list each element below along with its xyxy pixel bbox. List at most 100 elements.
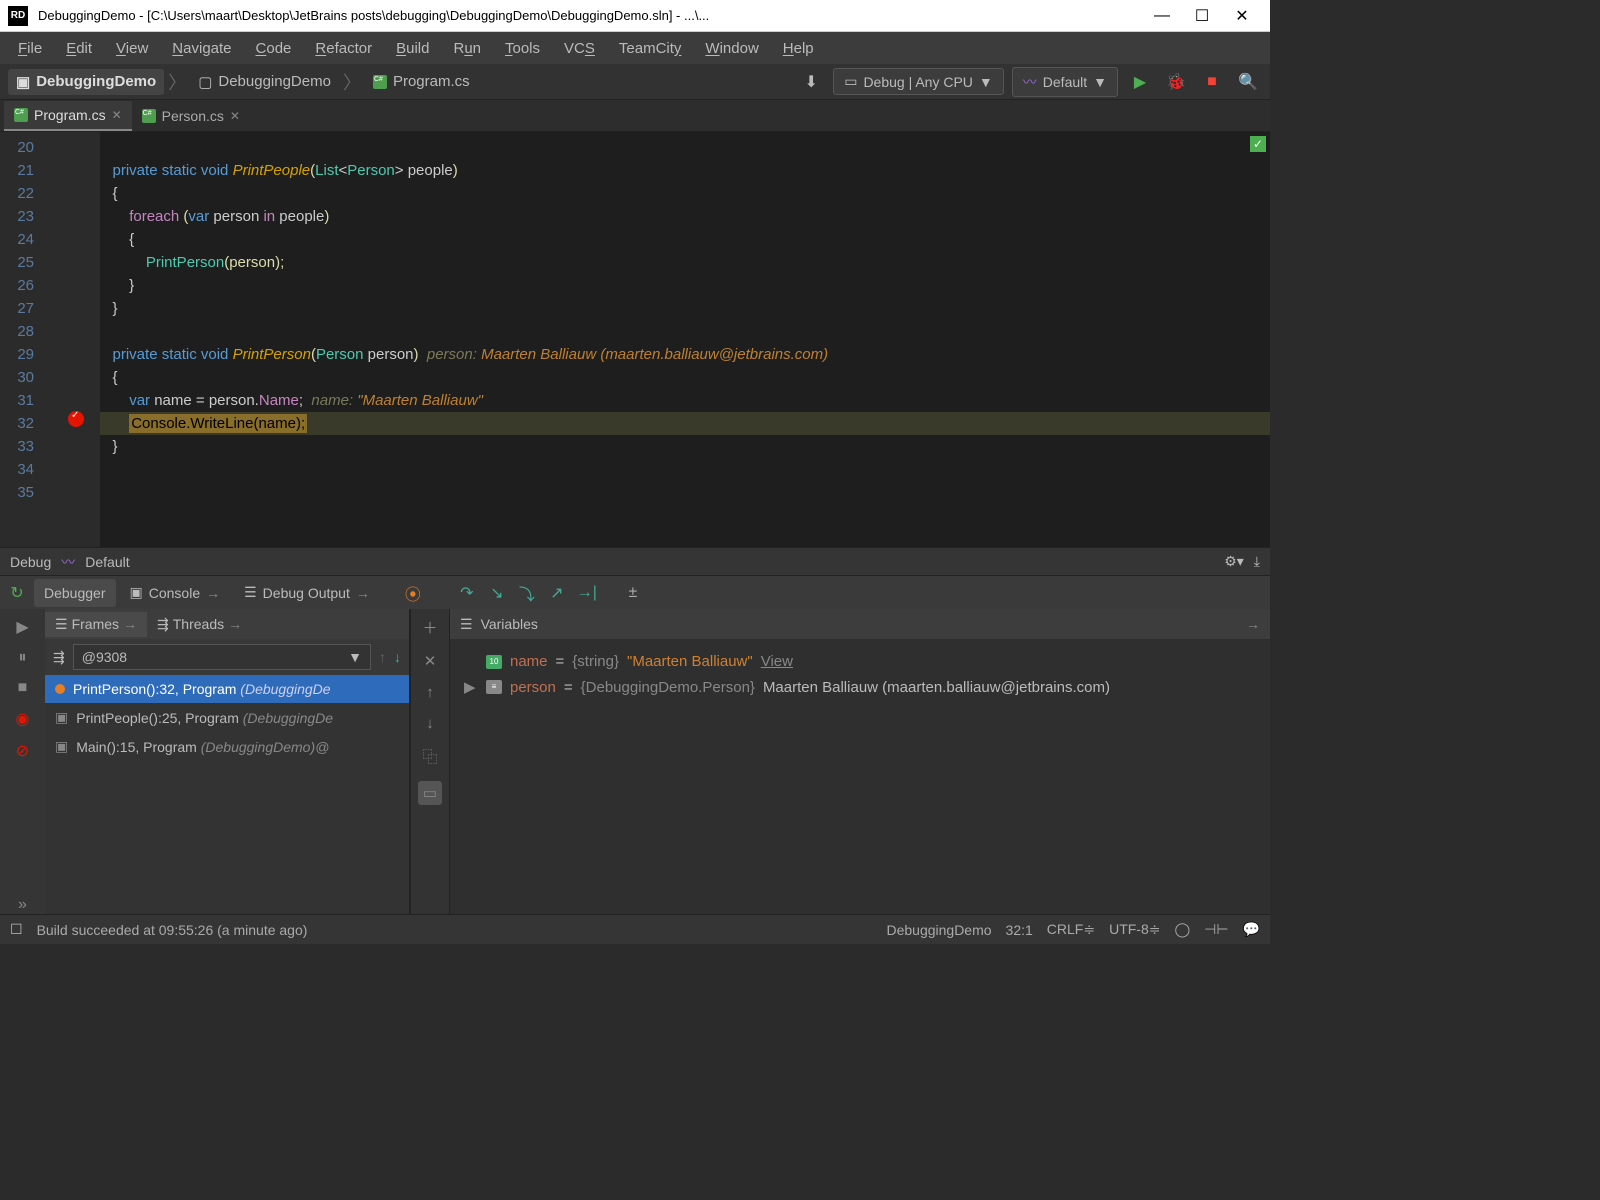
move-up-button[interactable]: ↑: [426, 684, 434, 701]
variables-tree[interactable]: 10 name = {string} "Maarten Balliauw" Vi…: [450, 639, 1270, 914]
caret-position[interactable]: 32:1: [1006, 922, 1033, 938]
variables-title: Variables: [481, 616, 538, 632]
minimize-panel-icon[interactable]: ⤓: [1254, 553, 1260, 570]
breadcrumb-file[interactable]: Program.cs: [365, 69, 478, 94]
code-area[interactable]: ✓ private static void PrintPeople(List<P…: [100, 132, 1270, 547]
stack-frame[interactable]: ▣ Main():15, Program (DebuggingDemo)@: [45, 732, 409, 761]
evaluate-expression-button[interactable]: ±: [620, 584, 646, 602]
variable-row[interactable]: ▶ ≡ person = {DebuggingDemo.Person} Maar…: [464, 674, 1256, 700]
line-ending-selector[interactable]: CRLF≑: [1047, 921, 1095, 938]
git-indicator-icon[interactable]: ⊣⊢: [1204, 921, 1228, 938]
status-bar: ☐ Build succeeded at 09:55:26 (a minute …: [0, 914, 1270, 944]
show-watches-button[interactable]: ▭: [418, 781, 442, 805]
tab-debug-output[interactable]: ☰Debug Output→: [234, 578, 380, 607]
frames-panel-tabs: ☰Frames→ ⇶Threads→: [45, 609, 409, 639]
tab-program-cs[interactable]: Program.cs ✕: [4, 101, 132, 131]
stop-button[interactable]: ■: [1198, 73, 1226, 91]
tab-console[interactable]: ▣Console→: [120, 578, 231, 607]
more-button[interactable]: »: [18, 896, 27, 914]
prev-frame-button[interactable]: ↑: [379, 649, 386, 665]
move-down-button[interactable]: ↓: [426, 715, 434, 732]
frame-label: Main():15, Program: [76, 739, 200, 755]
breadcrumb-root-label: DebuggingDemo: [36, 73, 156, 90]
search-button[interactable]: 🔍: [1234, 72, 1262, 92]
rerun-button[interactable]: ↻: [4, 583, 30, 603]
pause-button[interactable]: ⏸: [18, 649, 26, 667]
close-tab-icon[interactable]: ✕: [112, 108, 122, 122]
menu-help[interactable]: Help: [773, 36, 824, 61]
notifications-icon[interactable]: 💬: [1243, 921, 1260, 938]
remove-watch-button[interactable]: ✕: [424, 652, 437, 670]
step-over-button[interactable]: ↷: [454, 583, 480, 603]
tab-label: Console: [149, 585, 200, 601]
build-config-dropdown[interactable]: ▭ Debug | Any CPU ▼: [833, 68, 1004, 95]
expand-icon[interactable]: ▶: [464, 678, 478, 696]
close-button[interactable]: ✕: [1222, 6, 1262, 26]
menu-file[interactable]: File: [8, 36, 52, 61]
menu-refactor[interactable]: Refactor: [305, 36, 382, 61]
menu-edit[interactable]: Edit: [56, 36, 102, 61]
debug-button[interactable]: 🐞: [1162, 72, 1190, 92]
settings-icon[interactable]: ⚙▾: [1224, 553, 1244, 570]
menu-code[interactable]: Code: [246, 36, 302, 61]
csharp-file-icon: [14, 108, 28, 122]
dock-icon[interactable]: →: [1246, 616, 1260, 632]
project-icon: ▢: [198, 73, 212, 91]
run-config-dropdown[interactable]: 〰 Default ▼: [1012, 67, 1118, 97]
maximize-button[interactable]: ☐: [1182, 6, 1222, 26]
close-tab-icon[interactable]: ✕: [230, 109, 240, 123]
method-call: PrintPerson: [146, 254, 224, 271]
next-frame-button[interactable]: ↓: [394, 649, 401, 665]
menu-view[interactable]: View: [106, 36, 158, 61]
tab-debugger[interactable]: Debugger: [34, 579, 116, 607]
view-link[interactable]: View: [761, 653, 793, 670]
mute-breakpoints-button[interactable]: ⊘: [16, 741, 29, 761]
run-to-cursor-button[interactable]: →|: [574, 584, 600, 602]
menu-tools[interactable]: Tools: [495, 36, 550, 61]
menu-teamcity[interactable]: TeamCity: [609, 36, 692, 61]
tab-frames[interactable]: ☰Frames→: [45, 612, 147, 637]
marker-gutter[interactable]: [40, 132, 100, 547]
menu-navigate[interactable]: Navigate: [162, 36, 241, 61]
minimize-button[interactable]: —: [1142, 7, 1182, 25]
breadcrumb-sep-icon: 〉: [343, 69, 361, 95]
inline-hint-value: "Maarten Balliauw": [357, 392, 483, 409]
tab-person-cs[interactable]: Person.cs ✕: [132, 102, 250, 130]
solution-icon: ▣: [16, 73, 30, 91]
breakpoint-icon[interactable]: [68, 411, 84, 427]
stop-button[interactable]: ■: [18, 679, 28, 697]
thread-dropdown[interactable]: @9308 ▼: [73, 644, 371, 670]
step-out-button[interactable]: ↗: [544, 583, 570, 603]
step-into-button[interactable]: ↘: [484, 583, 510, 603]
variable-row[interactable]: 10 name = {string} "Maarten Balliauw" Vi…: [464, 649, 1256, 674]
breadcrumb-root[interactable]: ▣ DebuggingDemo: [8, 69, 164, 95]
force-step-into-button[interactable]: ⤵: [514, 581, 540, 605]
tab-threads[interactable]: ⇶Threads→: [147, 612, 252, 637]
run-button[interactable]: ▶: [1126, 72, 1154, 92]
copy-button[interactable]: ⿻: [422, 746, 437, 767]
breadcrumb-project[interactable]: ▢ DebuggingDemo: [190, 69, 339, 95]
equals: =: [556, 653, 565, 670]
inspection-indicator-icon[interactable]: ◯: [1175, 921, 1191, 938]
thread-selector-row: ⇶ @9308 ▼ ↑ ↓: [45, 639, 409, 675]
resume-button[interactable]: ▶: [16, 617, 28, 637]
build-button[interactable]: ⬇: [797, 72, 825, 92]
encoding-selector[interactable]: UTF-8≑: [1109, 921, 1160, 938]
frame-module: (DebuggingDemo)@: [201, 739, 330, 755]
show-execution-point-button[interactable]: ⦿: [400, 581, 426, 605]
add-watch-button[interactable]: ＋: [422, 617, 437, 638]
variable-name: name: [510, 653, 548, 670]
stack-frame[interactable]: ▣ PrintPeople():25, Program (DebuggingDe: [45, 703, 409, 732]
code-editor[interactable]: 20212223242526272829303132333435 ✓ priva…: [0, 132, 1270, 547]
view-breakpoints-button[interactable]: ◉: [16, 709, 30, 729]
analysis-ok-icon[interactable]: ✓: [1250, 136, 1266, 152]
menu-build[interactable]: Build: [386, 36, 439, 61]
menu-run[interactable]: Run: [443, 36, 491, 61]
menu-window[interactable]: Window: [695, 36, 768, 61]
stack-frame[interactable]: PrintPerson():32, Program (DebuggingDe: [45, 675, 409, 703]
variables-header: ☰ Variables →: [450, 609, 1270, 639]
menu-vcs[interactable]: VCS: [554, 36, 605, 61]
method-name: PrintPerson: [233, 346, 311, 363]
status-icon[interactable]: ☐: [10, 921, 23, 938]
status-context[interactable]: DebuggingDemo: [886, 922, 991, 938]
